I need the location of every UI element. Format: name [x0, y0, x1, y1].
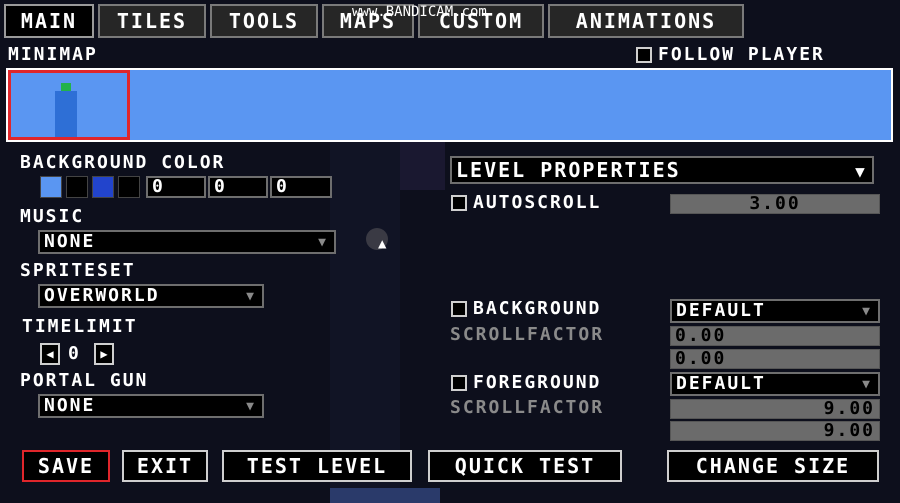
autoscroll-checkbox[interactable]: [451, 195, 467, 211]
background-dropdown[interactable]: DEFAULT ▼: [670, 299, 880, 323]
spriteset-dropdown[interactable]: OVERWORLD ▼: [38, 284, 264, 308]
music-dropdown[interactable]: NONE ▼: [38, 230, 336, 254]
tab-main[interactable]: MAIN: [4, 4, 94, 38]
follow-player-checkbox[interactable]: [636, 47, 652, 63]
quick-test-button[interactable]: QUICK TEST: [428, 450, 622, 482]
tab-animations[interactable]: ANIMATIONS: [548, 4, 744, 38]
arrow-left-icon: ◀: [46, 347, 54, 361]
background-scene: [330, 140, 400, 503]
tab-tools[interactable]: TOOLS: [210, 4, 318, 38]
foreground-scrollfactor-label: SCROLLFACTOR: [450, 397, 605, 418]
test-level-button[interactable]: TEST LEVEL: [222, 450, 412, 482]
mouse-cursor-icon: ▲: [378, 236, 387, 252]
foreground-selected: DEFAULT: [676, 373, 766, 394]
pipe-marker: [55, 91, 77, 137]
chevron-down-icon[interactable]: ▼: [242, 398, 260, 414]
level-properties-dropdown[interactable]: LEVEL PROPERTIES ▼: [450, 156, 874, 184]
spriteset-label: SPRITESET: [20, 260, 136, 281]
minimap-title: MINIMAP: [8, 44, 98, 65]
autoscroll-label[interactable]: AUTOSCROLL: [473, 192, 601, 214]
background-scroll-x-field[interactable]: 0.00: [670, 326, 880, 346]
background-scene-block: [400, 140, 445, 190]
minimap-viewport[interactable]: [8, 70, 130, 140]
background-selected: DEFAULT: [676, 300, 766, 321]
bg-color-swatch-black[interactable]: [66, 176, 88, 198]
timelimit-decrease-button[interactable]: ◀: [40, 343, 60, 365]
background-checkbox[interactable]: [451, 301, 467, 317]
chevron-down-icon[interactable]: ▼: [858, 376, 876, 392]
bg-color-swatch-sky[interactable]: [40, 176, 62, 198]
arrow-right-icon: ▶: [100, 347, 108, 361]
portal-gun-label: PORTAL GUN: [20, 370, 149, 391]
music-label: MUSIC: [20, 206, 85, 227]
bg-color-swatch-custom[interactable]: [118, 176, 140, 198]
watermark: www.BANDICAM.com: [352, 4, 487, 20]
background-scene-ground: [330, 488, 440, 503]
foreground-checkbox[interactable]: [451, 375, 467, 391]
background-scroll-y-field[interactable]: 0.00: [670, 349, 880, 369]
tab-tiles[interactable]: TILES: [98, 4, 206, 38]
chevron-down-icon[interactable]: ▼: [858, 303, 876, 319]
background-label[interactable]: BACKGROUND: [473, 298, 601, 320]
chevron-down-icon[interactable]: ▼: [852, 160, 870, 181]
minimap[interactable]: [6, 68, 893, 142]
spriteset-selected: OVERWORLD: [44, 285, 160, 306]
bg-color-blue-field[interactable]: 0: [270, 176, 332, 198]
portal-gun-selected: NONE: [44, 395, 96, 416]
level-properties-selected: LEVEL PROPERTIES: [456, 158, 681, 182]
foreground-label[interactable]: FOREGROUND: [473, 372, 601, 394]
foreground-dropdown[interactable]: DEFAULT ▼: [670, 372, 880, 396]
chevron-down-icon[interactable]: ▼: [314, 234, 332, 250]
bg-color-swatch-blue[interactable]: [92, 176, 114, 198]
bg-color-green-field[interactable]: 0: [208, 176, 268, 198]
change-size-button[interactable]: CHANGE SIZE: [667, 450, 879, 482]
exit-button[interactable]: EXIT: [122, 450, 208, 482]
follow-player-label[interactable]: FOLLOW PLAYER: [658, 44, 825, 66]
player-marker: [61, 83, 71, 91]
foreground-scroll-y-field[interactable]: 9.00: [670, 421, 880, 441]
music-selected: NONE: [44, 231, 96, 252]
autoscroll-speed-field[interactable]: 3.00: [670, 194, 880, 214]
level-editor-screen: { "watermark": "www.BANDICAM.com", "tabs…: [0, 0, 900, 503]
chevron-down-icon[interactable]: ▼: [242, 288, 260, 304]
foreground-scroll-x-field[interactable]: 9.00: [670, 399, 880, 419]
save-button[interactable]: SAVE: [22, 450, 110, 482]
bg-color-red-field[interactable]: 0: [146, 176, 206, 198]
background-color-label: BACKGROUND COLOR: [20, 152, 226, 173]
timelimit-value[interactable]: 0: [68, 343, 81, 365]
timelimit-label: TIMELIMIT: [22, 316, 138, 337]
timelimit-increase-button[interactable]: ▶: [94, 343, 114, 365]
portal-gun-dropdown[interactable]: NONE ▼: [38, 394, 264, 418]
background-scrollfactor-label: SCROLLFACTOR: [450, 324, 605, 345]
